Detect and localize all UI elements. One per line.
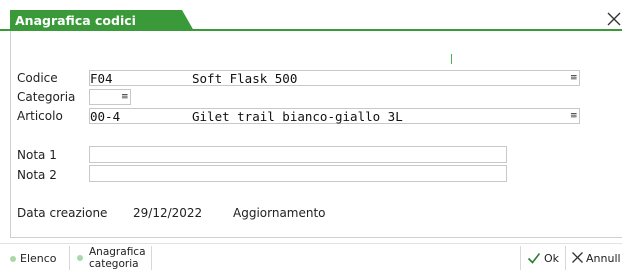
elenco-dot-icon	[10, 256, 16, 262]
categoria-field[interactable]: ≡	[89, 89, 131, 105]
window-title: Anagrafica codici abbinati	[10, 10, 194, 31]
data-creazione-value: 29/12/2022	[133, 206, 203, 220]
anagrafica-dot-icon	[77, 255, 83, 261]
codice-description: Soft Flask 500	[192, 71, 298, 86]
aggiornamento-label: Aggiornamento	[233, 206, 326, 220]
close-icon	[607, 12, 621, 26]
codice-lookup-icon[interactable]: ≡	[570, 73, 578, 83]
nota1-label: Nota 1	[17, 148, 57, 162]
elenco-button[interactable]: Elenco	[10, 247, 68, 269]
categoria-label: Categoria	[17, 90, 76, 104]
articolo-label: Articolo	[17, 109, 63, 123]
footer-separator	[69, 246, 70, 270]
articolo-field[interactable]: 00-4 Gilet trail bianco-giallo 3L ≡	[89, 108, 580, 124]
nota2-field[interactable]	[89, 165, 507, 182]
footer-divider	[0, 243, 622, 244]
anagrafica-label-line2: categoria	[89, 258, 139, 270]
codice-field[interactable]: F04 Soft Flask 500 ≡	[89, 70, 580, 86]
data-creazione-label: Data creazione	[17, 206, 108, 220]
articolo-lookup-icon[interactable]: ≡	[570, 111, 578, 121]
articolo-description: Gilet trail bianco-giallo 3L	[192, 109, 403, 124]
annulla-button[interactable]: Annull	[570, 247, 622, 269]
close-button[interactable]	[606, 11, 622, 27]
anagrafica-categoria-button[interactable]: Anagrafica categoria	[74, 246, 148, 270]
footer-separator	[520, 246, 521, 270]
codice-label: Codice	[17, 71, 58, 85]
footer-separator	[151, 246, 152, 270]
annulla-label: Annull	[586, 252, 621, 265]
cancel-icon	[572, 252, 583, 263]
nota1-field[interactable]	[89, 146, 507, 163]
cursor-marker	[451, 54, 452, 64]
nota2-label: Nota 2	[17, 168, 57, 182]
ok-button[interactable]: Ok	[525, 247, 563, 269]
check-icon	[527, 253, 541, 264]
categoria-lookup-icon[interactable]: ≡	[121, 92, 129, 102]
codice-code: F04	[90, 71, 113, 86]
elenco-label: Elenco	[20, 252, 57, 265]
footer-separator	[565, 246, 566, 270]
articolo-code: 00-4	[90, 109, 121, 124]
ok-label: Ok	[544, 252, 560, 265]
anagrafica-label-line1: Anagrafica	[89, 246, 146, 258]
